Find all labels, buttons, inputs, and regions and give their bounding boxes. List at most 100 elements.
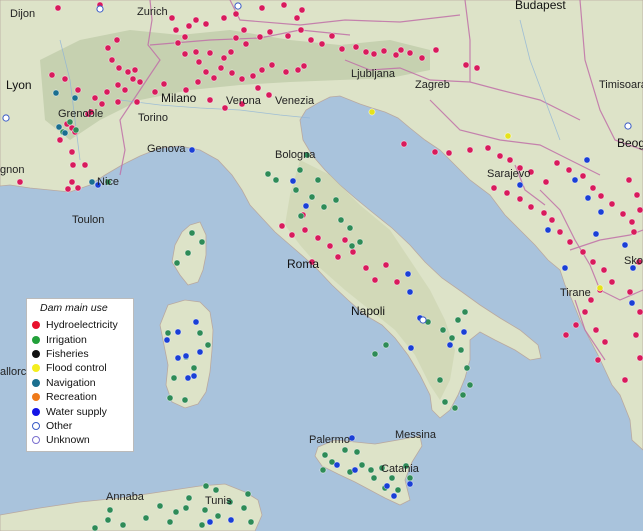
dam-marker-hydro-79 — [160, 80, 168, 88]
dam-marker-hydro-16 — [61, 75, 69, 83]
dam-marker-hydro-53 — [397, 46, 405, 54]
dam-marker-hydro-92 — [185, 22, 193, 30]
dam-marker-hydro-138 — [371, 276, 379, 284]
dam-marker-hydro-95 — [431, 148, 439, 156]
dam-marker-hydro-107 — [589, 184, 597, 192]
dam-marker-hydro-94 — [400, 140, 408, 148]
legend-title: Dam main use — [40, 302, 108, 314]
legend-swatch — [32, 321, 40, 330]
legend-label: Fisheries — [46, 347, 89, 360]
dam-marker-hydro-2 — [113, 36, 121, 44]
dam-marker-hydro-106 — [579, 172, 587, 180]
dam-marker-hydro-51 — [380, 47, 388, 55]
dam-marker-hydro-121 — [589, 258, 597, 266]
legend-swatch — [32, 407, 40, 416]
legend-item-irrigation: Irrigation — [32, 332, 128, 346]
legend-label: Flood control — [46, 362, 107, 375]
map-legend: Dam main use Hydroelectricity Irrigation… — [26, 298, 134, 452]
dam-marker-hydro-127 — [572, 321, 580, 329]
dam-marker-navigation-273 — [88, 178, 96, 186]
dam-marker-hydro-97 — [466, 146, 474, 154]
dam-marker-hydro-35 — [220, 54, 228, 62]
dam-marker-hydro-50 — [370, 50, 378, 58]
dam-marker-hydro-73 — [265, 91, 273, 99]
dam-marker-hydro-14 — [115, 64, 123, 72]
dam-marker-water-267 — [571, 176, 579, 184]
dam-marker-hydro-81 — [133, 98, 141, 106]
city-label-bologna: Bologna — [275, 149, 316, 161]
dam-marker-irrigation-172 — [292, 186, 300, 194]
dam-marker-hydro-148 — [636, 206, 643, 214]
dam-marker-hydro-70 — [294, 66, 302, 74]
dam-marker-hydro-39 — [240, 26, 248, 34]
dam-marker-hydro-131 — [594, 356, 602, 364]
dam-marker-hydro-6 — [129, 75, 137, 83]
dam-marker-hydro-123 — [608, 278, 616, 286]
dam-marker-irrigation-220 — [185, 494, 193, 502]
city-label-sarajevo: Sarajevo — [487, 168, 531, 180]
dam-marker-irrigation-199 — [371, 350, 379, 358]
legend-item-unknown: Unknown — [32, 433, 128, 447]
legend-swatch — [32, 436, 40, 445]
dam-marker-hydro-7 — [114, 81, 122, 89]
dam-marker-irrigation-175 — [332, 196, 340, 204]
dam-marker-irrigation-182 — [264, 170, 272, 178]
city-label-dijon: Dijon — [10, 8, 36, 20]
dam-marker-water-261 — [597, 208, 605, 216]
dam-marker-hydro-142 — [288, 231, 296, 239]
dam-marker-irrigation-174 — [320, 203, 328, 211]
dam-marker-flood-278 — [596, 284, 604, 292]
dam-marker-hydro-133 — [314, 234, 322, 242]
dam-marker-water-244 — [174, 354, 182, 362]
dam-marker-irrigation-160 — [188, 229, 196, 237]
dam-marker-hydro-115 — [527, 203, 535, 211]
dam-marker-irrigation-194 — [441, 398, 449, 406]
city-label-tunis: Tunis — [205, 495, 232, 507]
dam-marker-hydro-15 — [48, 71, 56, 79]
dam-marker-hydro-90 — [202, 20, 210, 28]
dam-marker-irrigation-189 — [457, 346, 465, 354]
dam-marker-irrigation-181 — [272, 176, 280, 184]
dam-marker-hydro-43 — [297, 26, 305, 34]
dam-marker-water-256 — [390, 492, 398, 500]
dam-marker-hydro-93 — [168, 14, 176, 22]
dam-marker-hydro-112 — [490, 184, 498, 192]
dam-marker-hydro-37 — [242, 40, 250, 48]
dam-marker-hydro-52 — [392, 51, 400, 59]
dam-marker-hydro-71 — [300, 62, 308, 70]
dam-marker-hydro-8 — [103, 88, 111, 96]
dam-marker-hydro-132 — [301, 226, 309, 234]
dam-marker-hydro-49 — [362, 48, 370, 56]
dam-marker-irrigation-213 — [406, 474, 414, 482]
dam-marker-hydro-99 — [496, 152, 504, 160]
dam-marker-hydro-63 — [217, 64, 225, 72]
dam-marker-irrigation-230 — [106, 506, 114, 514]
dam-marker-hydro-119 — [566, 238, 574, 246]
dam-marker-irrigation-219 — [172, 508, 180, 516]
city-label-toulon: Toulon — [72, 214, 105, 226]
dam-marker-other-282 — [419, 316, 427, 324]
dam-marker-water-235 — [188, 146, 196, 154]
dam-marker-hydro-118 — [556, 228, 564, 236]
legend-label: Irrigation — [46, 333, 87, 346]
dam-marker-hydro-86 — [298, 6, 306, 14]
dam-marker-irrigation-228 — [182, 504, 190, 512]
dam-marker-hydro-110 — [619, 210, 627, 218]
dam-marker-hydro-68 — [268, 61, 276, 69]
dam-marker-irrigation-171 — [181, 396, 189, 404]
dam-marker-hydro-33 — [192, 48, 200, 56]
dam-marker-hydro-128 — [562, 331, 570, 339]
dam-marker-water-270 — [561, 264, 569, 272]
dam-marker-hydro-9 — [91, 94, 99, 102]
legend-label: Other — [46, 419, 73, 432]
dam-marker-irrigation-231 — [91, 524, 99, 531]
dam-marker-hydro-84 — [258, 4, 266, 12]
dam-marker-other-283 — [624, 122, 632, 130]
dam-marker-hydro-126 — [581, 308, 589, 316]
dam-marker-water-265 — [628, 299, 636, 307]
legend-swatch — [32, 335, 40, 344]
city-label-avignon: gnon — [0, 164, 25, 176]
city-label-venezia: Venezia — [275, 95, 315, 107]
dam-marker-hydro-122 — [600, 266, 608, 274]
city-label-genova: Genova — [147, 143, 186, 155]
